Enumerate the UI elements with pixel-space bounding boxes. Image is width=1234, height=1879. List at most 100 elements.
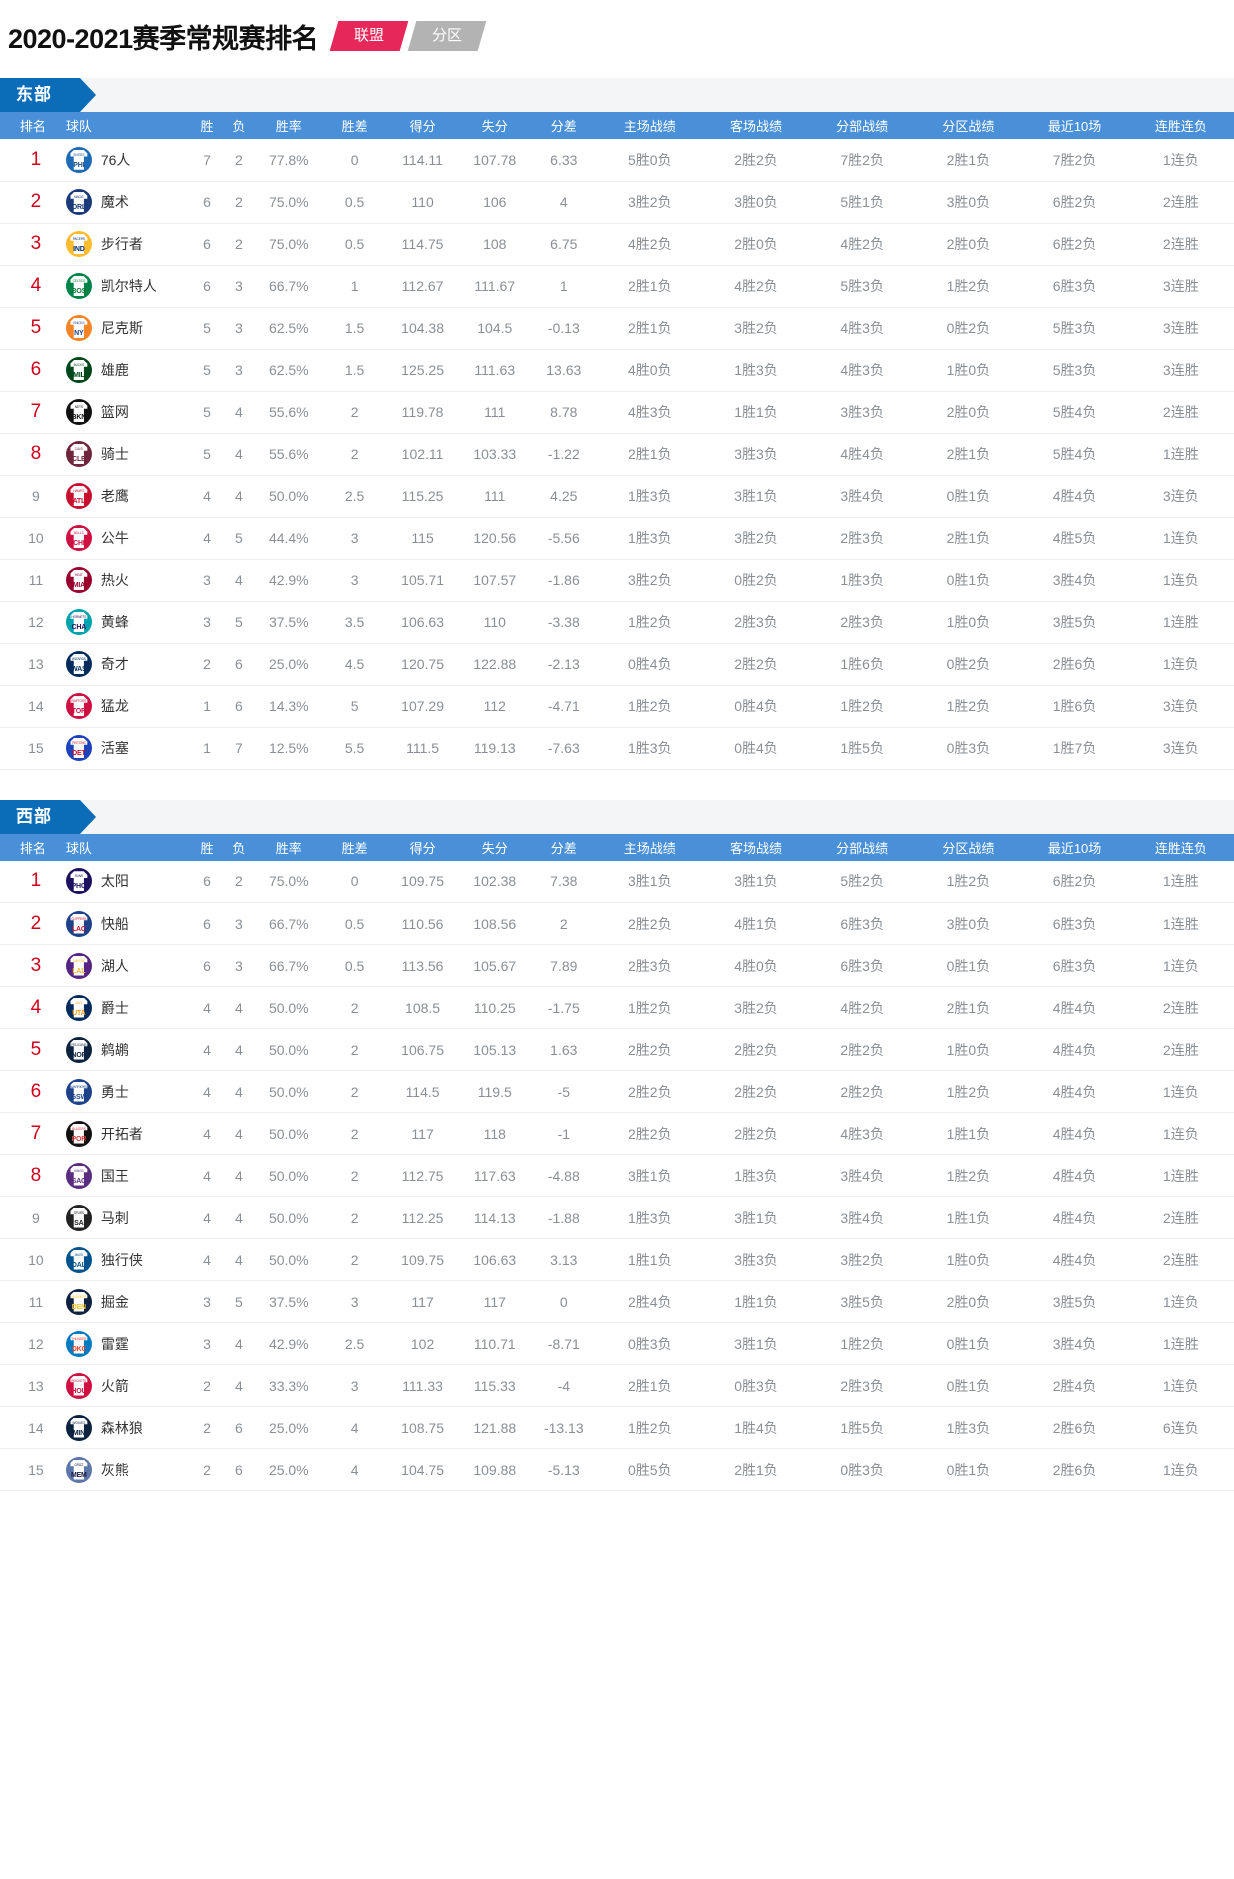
table-row[interactable]: 1 SIXERS PHI 76人 7 2 77.8% 0 114.11 107.78 6.33 5胜0… xyxy=(0,139,1234,182)
team-cell[interactable]: JAZZ UTA 爵士 xyxy=(65,986,192,1029)
table-row[interactable]: 11 NUGGETS DEN 掘金 3 5 37.5% 3 117 117 0 2胜4负 1胜1负 3胜5… xyxy=(0,1280,1234,1323)
team-cell[interactable]: HAWKS ATL 老鹰 xyxy=(65,475,192,518)
table-row[interactable]: 7 BLAZERS POR 开拓者 4 4 50.0% 2 117 118 -1 2胜2负 2胜2负 4胜… xyxy=(0,1112,1234,1155)
team-cell[interactable]: HEAT MIA 热火 xyxy=(65,559,192,602)
column-header-13[interactable]: 最近10场 xyxy=(1021,112,1128,139)
team-cell[interactable]: CELTICS BOS 凯尔特人 xyxy=(65,265,192,308)
team-cell[interactable]: SIXERS PHI 76人 xyxy=(65,139,192,182)
column-header-10[interactable]: 客场战绩 xyxy=(702,833,810,861)
column-header-1[interactable]: 球队 xyxy=(65,112,192,139)
table-row[interactable]: 8 CAVS CLE 骑士 5 4 55.6% 2 102.11 103.33 -1.22 2胜1负 3… xyxy=(0,433,1234,476)
table-row[interactable]: 15 PISTONS DET 活塞 1 7 12.5% 5.5 111.5 119.13 -7.63… xyxy=(0,727,1234,770)
team-cell[interactable]: NETS BKN 篮网 xyxy=(65,391,192,434)
table-row[interactable]: 11 HEAT MIA 热火 3 4 42.9% 3 105.71 107.57 -1.86 3胜2负… xyxy=(0,559,1234,602)
column-header-10[interactable]: 客场战绩 xyxy=(702,112,810,139)
team-cell[interactable]: LAKERS LAL 湖人 xyxy=(65,944,192,987)
table-row[interactable]: 6 WARRIORS GSW 勇士 4 4 50.0% 2 114.5 119.5 -5 2胜2负 2胜… xyxy=(0,1070,1234,1113)
team-cell[interactable]: NUGGETS DEN 掘金 xyxy=(65,1280,192,1323)
team-name: 湖人 xyxy=(100,957,129,974)
team-cell[interactable]: HORNETS CHA 黄蜂 xyxy=(65,601,192,644)
team-cell[interactable]: BLAZERS POR 开拓者 xyxy=(65,1112,192,1155)
streak-cell: 1连负 xyxy=(1127,517,1234,560)
column-header-9[interactable]: 主场战绩 xyxy=(596,112,703,139)
team-cell[interactable]: PISTONS DET 活塞 xyxy=(65,727,192,770)
table-row[interactable]: 14 RAPTORS TOR 猛龙 1 6 14.3% 5 107.29 112 -4.71 1胜2负… xyxy=(0,685,1234,728)
column-header-3[interactable]: 负 xyxy=(222,833,255,861)
table-row[interactable]: 9 SPURS SA 马刺 4 4 50.0% 2 112.25 114.13 -1.88 1胜3负 3… xyxy=(0,1196,1234,1239)
team-cell[interactable]: THUNDER OKC 雷霆 xyxy=(65,1322,192,1365)
column-header-14[interactable]: 连胜连负 xyxy=(1127,112,1234,139)
table-row[interactable]: 6 BUCKS MIL 雄鹿 5 3 62.5% 1.5 125.25 111.63 13.63 4胜… xyxy=(0,349,1234,392)
team-cell[interactable]: PACERS IND 步行者 xyxy=(65,223,192,266)
column-header-4[interactable]: 胜率 xyxy=(254,833,323,861)
table-row[interactable]: 5 PELICANS NOP 鹈鹕 4 4 50.0% 2 106.75 105.13 1.63 2胜… xyxy=(0,1028,1234,1071)
column-header-8[interactable]: 分差 xyxy=(530,833,597,861)
team-cell[interactable]: BUCKS MIL 雄鹿 xyxy=(65,349,192,392)
table-row[interactable]: 9 HAWKS ATL 老鹰 4 4 50.0% 2.5 115.25 111 4.25 1胜3负 3胜… xyxy=(0,475,1234,518)
table-row[interactable]: 10 BULLS CHI 公牛 4 5 44.4% 3 115 120.56 -5.56 1胜3负 3胜… xyxy=(0,517,1234,560)
table-row[interactable]: 4 JAZZ UTA 爵士 4 4 50.0% 2 108.5 110.25 -1.75 1胜2负 3胜… xyxy=(0,986,1234,1029)
team-cell[interactable]: WOLVES MIN 森林狼 xyxy=(65,1406,192,1449)
team-cell[interactable]: SPURS SA 马刺 xyxy=(65,1196,192,1239)
table-row[interactable]: 8 KINGS SAC 国王 4 4 50.0% 2 112.75 117.63 -4.88 3胜1负… xyxy=(0,1154,1234,1197)
column-header-9[interactable]: 主场战绩 xyxy=(596,833,703,861)
column-header-2[interactable]: 胜 xyxy=(191,833,223,861)
table-row[interactable]: 14 WOLVES MIN 森林狼 2 6 25.0% 4 108.75 121.88 -13.13… xyxy=(0,1406,1234,1449)
team-cell[interactable]: ROCKETS HOU 火箭 xyxy=(65,1364,192,1407)
table-row[interactable]: 10 MAVS DAL 独行侠 4 4 50.0% 2 109.75 106.63 3.13 1胜1负… xyxy=(0,1238,1234,1281)
column-header-8[interactable]: 分差 xyxy=(530,112,597,139)
team-cell[interactable]: KINGS SAC 国王 xyxy=(65,1154,192,1197)
column-header-5[interactable]: 胜差 xyxy=(322,833,387,861)
column-header-12[interactable]: 分区战绩 xyxy=(915,112,1022,139)
column-header-2[interactable]: 胜 xyxy=(191,112,223,139)
team-cell[interactable]: BULLS CHI 公牛 xyxy=(65,517,192,560)
table-row[interactable]: 2 CLIPPERS LAC 快船 6 3 66.7% 0.5 110.56 108.56 2 2胜2… xyxy=(0,902,1234,945)
column-header-3[interactable]: 负 xyxy=(222,112,255,139)
team-cell[interactable]: CAVS CLE 骑士 xyxy=(65,433,192,476)
table-row[interactable]: 12 HORNETS CHA 黄蜂 3 5 37.5% 3.5 106.63 110 -3.38 1胜… xyxy=(0,601,1234,644)
team-name: 爵士 xyxy=(100,999,129,1016)
table-row[interactable]: 3 PACERS IND 步行者 6 2 75.0% 0.5 114.75 108 6.75 4胜2负… xyxy=(0,223,1234,266)
column-header-14[interactable]: 连胜连负 xyxy=(1127,833,1234,861)
table-row[interactable]: 1 SUNS PHO 太阳 6 2 75.0% 0 109.75 102.38 7.38 3胜1负 3胜… xyxy=(0,860,1234,903)
conference-record-cell: 1胜1负 xyxy=(915,1112,1022,1155)
column-header-0[interactable]: 排名 xyxy=(0,112,66,139)
table-row[interactable]: 12 THUNDER OKC 雷霆 3 4 42.9% 2.5 102 110.71 -8.71 0胜… xyxy=(0,1322,1234,1365)
table-row[interactable]: 13 WIZARDS WAS 奇才 2 6 25.0% 4.5 120.75 122.88 -2.1… xyxy=(0,643,1234,686)
table-row[interactable]: 7 NETS BKN 篮网 5 4 55.6% 2 119.78 111 8.78 4胜3负 1胜1负 3… xyxy=(0,391,1234,434)
team-cell[interactable]: WIZARDS WAS 奇才 xyxy=(65,643,192,686)
column-header-7[interactable]: 失分 xyxy=(458,112,531,139)
team-cell[interactable]: SUNS PHO 太阳 xyxy=(65,860,192,903)
table-row[interactable]: 13 ROCKETS HOU 火箭 2 4 33.3% 3 111.33 115.33 -4 2胜1负… xyxy=(0,1364,1234,1407)
column-header-5[interactable]: 胜差 xyxy=(322,112,387,139)
column-header-0[interactable]: 排名 xyxy=(0,833,66,861)
team-cell[interactable]: KNICKS NY 尼克斯 xyxy=(65,307,192,350)
team-cell[interactable]: PELICANS NOP 鹈鹕 xyxy=(65,1028,192,1071)
table-row[interactable]: 5 KNICKS NY 尼克斯 5 3 62.5% 1.5 104.38 104.5 -0.13 2胜… xyxy=(0,307,1234,350)
points-against-cell: 119.13 xyxy=(458,727,531,770)
table-row[interactable]: 4 CELTICS BOS 凯尔特人 6 3 66.7% 1 112.67 111.67 1 2胜1负… xyxy=(0,265,1234,308)
column-header-1[interactable]: 球队 xyxy=(65,833,192,861)
tab-division[interactable]: 分区 xyxy=(407,21,487,51)
team-cell[interactable]: CLIPPERS LAC 快船 xyxy=(65,902,192,945)
column-header-11[interactable]: 分部战绩 xyxy=(809,833,916,861)
team-cell[interactable]: RAPTORS TOR 猛龙 xyxy=(65,685,192,728)
team-cell[interactable]: GRIZZ MEM 灰熊 xyxy=(65,1448,192,1491)
column-header-7[interactable]: 失分 xyxy=(458,833,531,861)
table-row[interactable]: 15 GRIZZ MEM 灰熊 2 6 25.0% 4 104.75 109.88 -5.13 0胜5… xyxy=(0,1448,1234,1491)
rank-cell: 9 xyxy=(0,1196,66,1239)
tab-league[interactable]: 联盟 xyxy=(329,21,409,51)
team-cell[interactable]: MAGIC ORL 魔术 xyxy=(65,181,192,224)
conference-record-cell: 0胜1负 xyxy=(915,1448,1022,1491)
column-header-11[interactable]: 分部战绩 xyxy=(809,112,916,139)
table-row[interactable]: 3 LAKERS LAL 湖人 6 3 66.7% 0.5 113.56 105.67 7.89 2胜… xyxy=(0,944,1234,987)
table-row[interactable]: 2 MAGIC ORL 魔术 6 2 75.0% 0.5 110 106 4 3胜2负 3胜0负 5胜1负… xyxy=(0,181,1234,224)
column-header-6[interactable]: 得分 xyxy=(386,112,459,139)
column-header-13[interactable]: 最近10场 xyxy=(1021,833,1128,861)
column-header-4[interactable]: 胜率 xyxy=(254,112,323,139)
column-header-6[interactable]: 得分 xyxy=(386,833,459,861)
rank-cell: 5 xyxy=(0,1028,66,1071)
team-cell[interactable]: WARRIORS GSW 勇士 xyxy=(65,1070,192,1113)
team-cell[interactable]: MAVS DAL 独行侠 xyxy=(65,1238,192,1281)
column-header-12[interactable]: 分区战绩 xyxy=(915,833,1022,861)
